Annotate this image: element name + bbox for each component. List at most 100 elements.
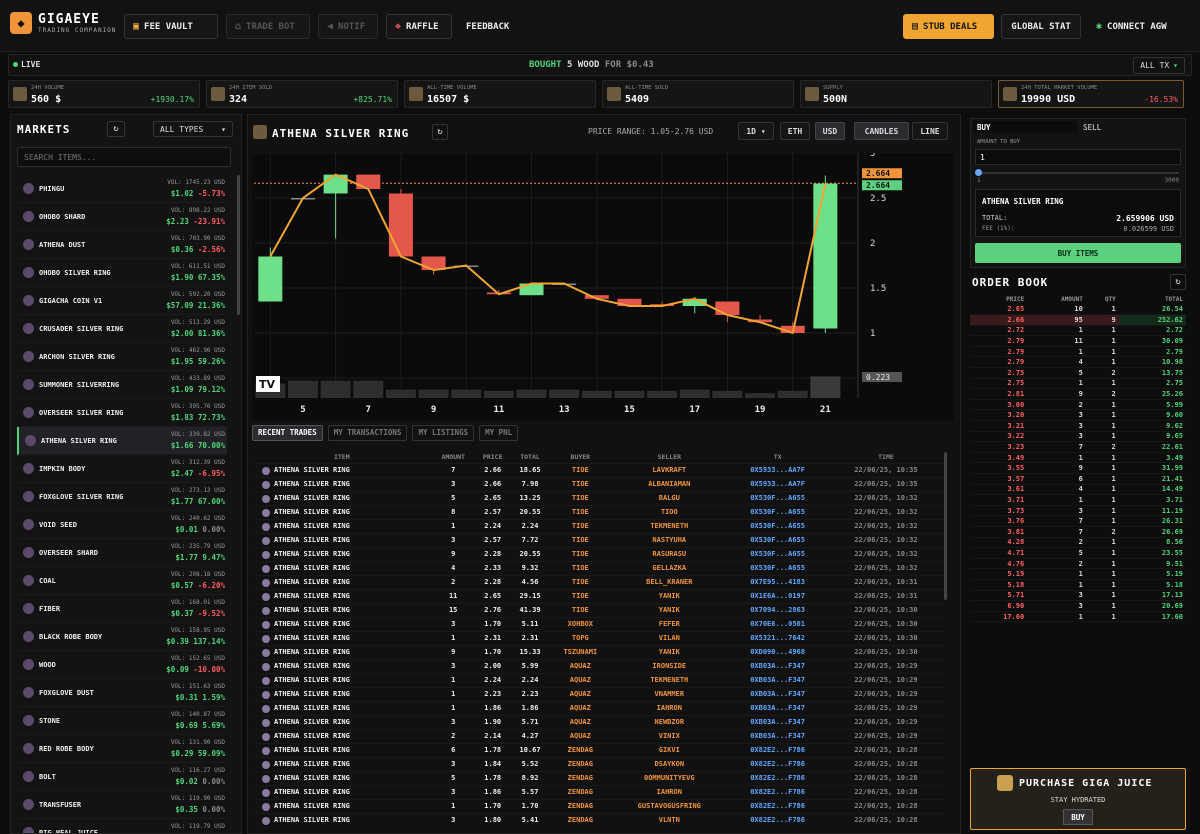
refresh-icon[interactable]: ↻ (107, 121, 125, 137)
order-row[interactable]: 3.21 3 1 9.62 (970, 420, 1186, 432)
market-item[interactable]: OHOBO SHARD VOL: 898.22 USD $2.23 -23.91% (17, 203, 227, 231)
market-item[interactable]: TRANSFUSER VOL: 119.90 USD $0.35 0.00% (17, 791, 227, 819)
table-row[interactable]: ATHENA SILVER RING 4 2.33 9.32 TIOE GELLAZKA 0… (252, 560, 944, 575)
order-row[interactable]: 5.19 1 1 5.19 (970, 568, 1186, 580)
order-row[interactable]: 3.49 1 1 3.49 (970, 452, 1186, 464)
market-item[interactable]: ATHENA DUST VOL: 703.90 USD $0.36 -2.56% (17, 231, 227, 259)
table-row[interactable]: ATHENA SILVER RING 1 2.31 2.31 TOPG VILAN 0X53… (252, 630, 944, 645)
price-chart[interactable]: 32.521.510.52.6642.6640.2235791113151719… (252, 153, 954, 421)
table-row[interactable]: ATHENA SILVER RING 3 1.90 5.71 AQUAZ NEWBZOR 0… (252, 714, 944, 729)
order-row[interactable]: 3.76 7 1 26.31 (970, 515, 1186, 527)
table-row[interactable]: ATHENA SILVER RING 8 2.57 20.55 TIOE TIOO 0X53… (252, 504, 944, 519)
order-row[interactable]: 4.28 2 1 8.56 (970, 537, 1186, 549)
order-row[interactable]: 5.18 1 1 5.18 (970, 579, 1186, 591)
table-row[interactable]: ATHENA SILVER RING 3 2.57 7.72 TIOE NASTYUHA 0… (252, 532, 944, 547)
order-row[interactable]: 3.61 4 1 14.49 (970, 484, 1186, 496)
market-item[interactable]: FOXGLOVE DUST VOL: 151.63 USD $0.31 1.59% (17, 679, 227, 707)
buy-tab[interactable]: BUY (973, 121, 1077, 133)
order-row[interactable]: 4.76 2 1 9.51 (970, 558, 1186, 570)
order-row[interactable]: 3.23 7 2 22.61 (970, 441, 1186, 453)
refresh-icon[interactable]: ↻ (1170, 274, 1186, 290)
order-row[interactable]: 2.79 11 1 30.09 (970, 335, 1186, 347)
order-row[interactable]: 3.00 2 1 5.99 (970, 399, 1186, 411)
fee-vault-button[interactable]: ▣ FEE VAULT (124, 14, 218, 39)
order-row[interactable]: 3.57 6 1 21.41 (970, 473, 1186, 485)
table-row[interactable]: ATHENA SILVER RING 3 1.70 5.11 XOHBOX FEFER 0X… (252, 616, 944, 631)
market-item[interactable]: BLACK ROBE BODY VOL: 158.95 USD $0.39 137.… (17, 623, 227, 651)
amount-input[interactable] (975, 149, 1181, 165)
order-row[interactable]: 6.90 3 1 20.69 (970, 600, 1186, 612)
connect-wallet-button[interactable]: ✱ CONNECT AGW (1088, 14, 1188, 39)
order-row[interactable]: 2.79 1 1 2.79 (970, 346, 1186, 358)
market-item[interactable]: ATHENA SILVER RING VOL: 339.82 USD $1.66 7… (17, 427, 227, 455)
notif-button[interactable]: ◀ NOTIF (318, 14, 378, 39)
line-toggle[interactable]: LINE (912, 122, 948, 140)
sell-tab[interactable]: SELL (1083, 123, 1101, 132)
table-row[interactable]: ATHENA SILVER RING 3 1.84 5.52 ZENDAG DSAYKON… (252, 756, 944, 771)
table-row[interactable]: ATHENA SILVER RING 1 2.23 2.23 AQUAZ VNAMMER 0… (252, 686, 944, 701)
order-row[interactable]: 2.81 9 2 25.26 (970, 388, 1186, 400)
table-row[interactable]: ATHENA SILVER RING 3 2.66 7.98 TIOE ALBANIAMA… (252, 476, 944, 491)
trades-scrollbar[interactable] (944, 452, 947, 600)
table-row[interactable]: ATHENA SILVER RING 5 1.78 8.92 ZENDAG 0OMMUNI… (252, 770, 944, 785)
order-row[interactable]: 2.65 10 1 26.54 (970, 304, 1186, 316)
order-row[interactable]: 2.79 4 1 10.98 (970, 356, 1186, 369)
promo-buy-button[interactable]: BUY (1063, 809, 1093, 825)
tab-my-pnl[interactable]: MY PNL (479, 425, 519, 441)
market-item[interactable]: BIG HEAL JUICEVOL: 119.79 USD$2.00 0.00% (17, 819, 227, 833)
global-stat-button[interactable]: GLOBAL STAT (1001, 14, 1081, 39)
feedback-link[interactable]: FEEDBACK (458, 14, 518, 39)
brand-logo[interactable]: ◆ GIGAEYE TRADING COMPANION (10, 12, 116, 34)
amount-slider[interactable] (975, 169, 1179, 176)
raffle-button[interactable]: ❖ RAFFLE (386, 14, 452, 39)
market-item[interactable]: RED ROBE BODY VOL: 131.90 USD $0.29 59.09% (17, 735, 227, 763)
order-row[interactable]: 2.66 95 9 252.62 (970, 314, 1186, 326)
order-row[interactable]: 4.71 5 1 23.55 (970, 547, 1186, 559)
order-row[interactable]: 2.75 5 2 13.75 (970, 367, 1186, 379)
table-row[interactable]: ATHENA SILVER RING 2 2.28 4.56 TIOE BELL_KRAN… (252, 574, 944, 589)
type-filter-select[interactable]: ALL TYPES ▾ (153, 121, 233, 137)
table-row[interactable]: ATHENA SILVER RING 1 2.24 2.24 TIOE TEKMENETH… (252, 518, 944, 533)
tx-filter-select[interactable]: ALL TX ▾ (1133, 57, 1185, 74)
timeframe-select[interactable]: 1D ▾ (738, 122, 774, 140)
market-item[interactable]: FIBER VOL: 168.01 USD $0.37 -9.52% (17, 595, 227, 623)
tab-my-transactions[interactable]: MY TRANSACTIONS (327, 425, 408, 441)
table-row[interactable]: ATHENA SILVER RING 3 1.80 5.41 ZENDAG VLNTN 0X… (252, 812, 944, 827)
trade-bot-button[interactable]: ⌂ TRADE BOT (226, 14, 310, 39)
order-row[interactable]: 5.71 3 1 17.13 (970, 590, 1186, 602)
market-item[interactable]: OVERSEER SILVER RING VOL: 395.76 USD $1.83… (17, 399, 227, 427)
table-row[interactable]: ATHENA SILVER RING 3 1.86 5.57 ZENDAG IAHRON 0… (252, 784, 944, 799)
market-item[interactable]: OHOBO SILVER RING VOL: 611.51 USD $1.90 67… (17, 259, 227, 287)
table-row[interactable]: ATHENA SILVER RING 7 2.66 18.65 TIOE LAVKRAFT… (252, 462, 944, 477)
market-item[interactable]: VOID SEED VOL: 240.62 USD $0.01 0.00% (17, 511, 227, 539)
market-item[interactable]: OVERSEER SHARD VOL: 235.79 USD $1.77 9.47% (17, 539, 227, 567)
table-row[interactable]: ATHENA SILVER RING 11 2.65 29.15 TIOE YANIK 0X… (252, 588, 944, 603)
order-row[interactable]: 3.20 3 1 9.60 (970, 409, 1186, 422)
table-row[interactable]: ATHENA SILVER RING 1 1.70 1.70 ZENDAG GUSTAVO… (252, 798, 944, 813)
stub-deals-button[interactable]: ▤ STUB DEALS (903, 14, 994, 39)
refresh-icon[interactable]: ↻ (432, 124, 448, 140)
table-row[interactable]: ATHENA SILVER RING 2 2.14 4.27 AQUAZ VINIX 0XB… (252, 728, 944, 743)
buy-items-button[interactable]: BUY ITEMS (975, 243, 1181, 263)
order-row[interactable]: 17.60 1 1 17.60 (970, 611, 1186, 623)
table-row[interactable]: ATHENA SILVER RING 5 2.65 13.25 TIOE BALGU 0X5… (252, 490, 944, 505)
order-row[interactable]: 3.22 3 1 9.65 (970, 431, 1186, 443)
market-item[interactable]: FOXGLOVE SILVER RING VOL: 273.13 USD $1.77… (17, 483, 227, 511)
search-input[interactable] (17, 147, 231, 167)
order-row[interactable]: 3.73 3 1 11.19 (970, 505, 1186, 517)
market-item[interactable]: IMPKIN BODY VOL: 312.39 USD $2.47 -6.95% (17, 455, 227, 483)
order-row[interactable]: 2.75 1 1 2.75 (970, 378, 1186, 390)
market-item[interactable]: COAL VOL: 208.18 USD $0.57 -6.20% (17, 567, 227, 595)
market-item[interactable]: BOLT VOL: 116.27 USD $0.02 0.00% (17, 763, 227, 791)
table-row[interactable]: ATHENA SILVER RING 15 2.76 41.39 TIOE YANIK 0X… (252, 602, 944, 617)
market-item[interactable]: STONE VOL: 140.87 USD $0.69 5.69% (17, 707, 227, 735)
market-item[interactable]: WOOD VOL: 152.65 USD $0.09 -10.00% (17, 651, 227, 679)
table-row[interactable]: ATHENA SILVER RING 1 1.86 1.86 AQUAZ IAHRON 0X… (252, 700, 944, 715)
market-item[interactable]: ARCHON SILVER RING VOL: 462.96 USD $1.95 5… (17, 343, 227, 371)
order-row[interactable]: 3.71 1 1 3.71 (970, 494, 1186, 506)
candles-toggle[interactable]: CANDLES (854, 122, 909, 140)
table-row[interactable]: ATHENA SILVER RING 3 2.00 5.99 AQUAZ IRONSIDE… (252, 658, 944, 673)
tab-recent-trades[interactable]: RECENT TRADES (252, 425, 323, 441)
market-list-scrollbar[interactable] (237, 175, 240, 315)
table-row[interactable]: ATHENA SILVER RING 6 1.78 10.67 ZENDAG GIKVI 0… (252, 742, 944, 757)
